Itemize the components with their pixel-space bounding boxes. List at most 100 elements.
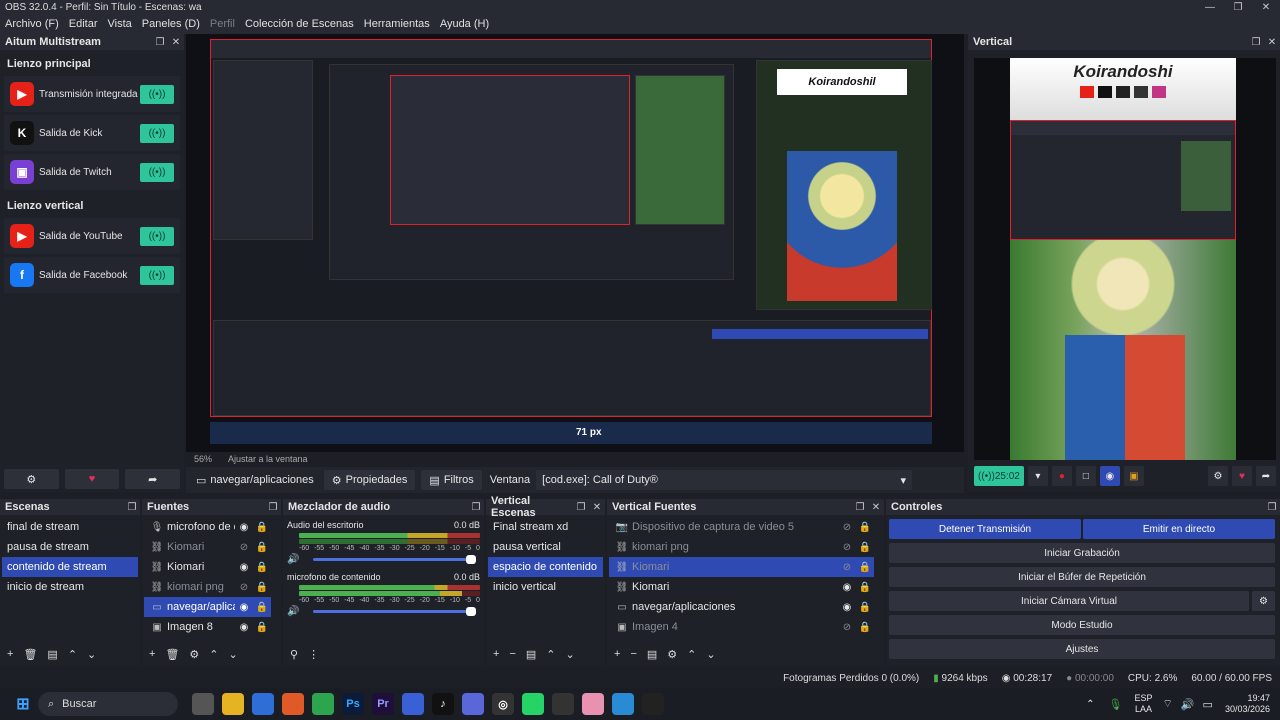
lock-icon[interactable]: 🔒 (856, 542, 874, 553)
lock-icon[interactable]: 🔒 (856, 622, 874, 633)
trash-icon[interactable]: 🗑 (23, 648, 37, 661)
source-row[interactable]: 🎙microfono de cor◉🔒 (144, 517, 271, 537)
list-item[interactable]: final de stream (2, 517, 138, 537)
add-icon[interactable]: + (149, 648, 155, 660)
app-icon[interactable] (402, 693, 424, 715)
float-icon[interactable]: ❐ (124, 502, 140, 513)
network-icon[interactable]: ⌔ (1163, 697, 1173, 711)
lock-icon[interactable]: 🔒 (856, 562, 874, 573)
float-icon[interactable]: ❐ (1264, 502, 1280, 513)
add-icon[interactable]: + (614, 648, 620, 660)
heart-icon[interactable]: ♥ (1232, 466, 1252, 486)
filters-button[interactable]: ▤ Filtros (421, 470, 482, 490)
add-icon[interactable]: + (493, 648, 499, 660)
chrome-icon[interactable] (312, 693, 334, 715)
eye-hidden-icon[interactable]: ⊘ (838, 562, 856, 573)
virtual-camera-gear-icon[interactable]: ⚙ (1252, 591, 1275, 611)
link-icon[interactable]: ⚲ (290, 648, 298, 661)
source-row[interactable]: ⛓ Kiomari ⊘ 🔒 (144, 537, 271, 557)
list-item[interactable]: Final stream xd (488, 517, 603, 537)
record-icon[interactable]: ● (1051, 466, 1072, 486)
capcut-icon[interactable] (552, 693, 574, 715)
up-icon[interactable]: ⌃ (68, 648, 77, 661)
vertical-preview[interactable]: Koirandoshi (974, 58, 1276, 460)
lock-icon[interactable]: 🔒 (253, 542, 271, 553)
stop-stream-button[interactable]: Detener Transmisión (889, 519, 1081, 539)
zoom-level[interactable]: 56% (194, 454, 212, 464)
output-toggle-button[interactable]: ((•)) (140, 162, 174, 182)
menu-coleccion-escenas[interactable]: Colección de Escenas (240, 18, 359, 30)
lock-icon[interactable]: 🔒 (253, 622, 271, 633)
down-icon[interactable]: ⌄ (566, 648, 575, 661)
close-button[interactable]: ✕ (1252, 2, 1280, 13)
lock-icon[interactable]: 🔒 (856, 602, 874, 613)
up-icon[interactable]: ⌃ (209, 648, 218, 661)
heart-icon[interactable]: ♥ (64, 469, 120, 489)
up-icon[interactable]: ⌃ (546, 648, 555, 661)
share-icon[interactable]: ➦ (125, 469, 181, 489)
float-icon[interactable]: ❐ (573, 502, 589, 513)
gear-icon[interactable]: ⚙ (189, 648, 199, 661)
photoshop-icon[interactable]: Ps (342, 693, 364, 715)
eye-hidden-icon[interactable]: ⊘ (235, 582, 253, 593)
source-row[interactable]: ⛓ kiomari png ⊘ 🔒 (144, 577, 271, 597)
filter-icon[interactable]: ▤ (647, 648, 657, 661)
mic-icon[interactable]: 🎙 (1109, 698, 1123, 711)
menu-archivo[interactable]: Archivo (F) (0, 18, 64, 30)
taskbar-search[interactable]: ⌕ Buscar (38, 692, 178, 716)
list-item[interactable]: pausa vertical (488, 537, 603, 557)
photos-icon[interactable] (612, 693, 634, 715)
replay-buffer-button[interactable]: Iniciar el Búfer de Repetición (889, 567, 1275, 587)
game-icon[interactable] (642, 693, 664, 715)
menu-paneles[interactable]: Paneles (D) (137, 18, 205, 30)
trash-icon[interactable]: 🗑 (165, 648, 179, 661)
speaker-icon[interactable]: 🔊 (287, 606, 299, 617)
start-recording-button[interactable]: Iniciar Grabación (889, 543, 1275, 563)
filter-icon[interactable]: ▤ (47, 648, 57, 661)
app-icon[interactable] (252, 693, 274, 715)
output-toggle-button[interactable]: ((•)) (140, 226, 174, 246)
volume-slider[interactable] (313, 555, 476, 564)
close-icon[interactable]: ✕ (868, 502, 884, 513)
float-icon[interactable]: ❐ (852, 502, 868, 513)
lock-icon[interactable]: 🔒 (253, 522, 271, 533)
volume-slider[interactable] (313, 607, 476, 616)
eye-hidden-icon[interactable]: ⊘ (838, 622, 856, 633)
whatsapp-icon[interactable] (522, 693, 544, 715)
go-live-button[interactable]: Emitir en directo (1083, 519, 1275, 539)
settings-button[interactable]: Ajustes (889, 639, 1275, 659)
down-icon[interactable]: ⌄ (87, 648, 96, 661)
menu-perfil[interactable]: Perfil (205, 18, 240, 30)
more-icon[interactable]: ⋮ (308, 648, 319, 661)
settings-gear-icon[interactable]: ⚙ (4, 469, 59, 489)
lock-icon[interactable]: 🔒 (856, 522, 874, 533)
source-row[interactable]: ▣ Imagen 8 ◉ 🔒 (144, 617, 271, 637)
eye-icon[interactable]: ◉ (235, 522, 253, 533)
premiere-icon[interactable]: Pr (372, 693, 394, 715)
vertical-stream-timer[interactable]: ((•)) 25:02 (974, 466, 1024, 486)
float-icon[interactable]: ❐ (1248, 37, 1264, 48)
eye-icon[interactable]: ◉ (235, 562, 253, 573)
chevron-up-icon[interactable]: ⌃ (1086, 699, 1094, 710)
down-icon[interactable]: ⌄ (706, 648, 715, 661)
list-item[interactable]: espacio de contenido (488, 557, 603, 577)
app-icon[interactable] (582, 693, 604, 715)
properties-button[interactable]: ⚙ Propiedades (323, 470, 416, 490)
lock-icon[interactable]: 🔒 (253, 582, 271, 593)
menu-editar[interactable]: Editar (64, 18, 103, 30)
list-item[interactable]: inicio de stream (2, 577, 138, 597)
fit-to-window[interactable]: Ajustar a la ventana (228, 454, 308, 464)
chevron-down-icon[interactable]: ▾ (1027, 466, 1048, 486)
lock-icon[interactable]: 🔒 (253, 562, 271, 573)
replay-icon[interactable]: ▣ (1123, 466, 1144, 486)
source-row[interactable]: ⛓ kiomari png ⊘ 🔒 (609, 537, 874, 557)
source-row[interactable]: ▣ Imagen 4 ⊘ 🔒 (609, 617, 874, 637)
stop-icon[interactable]: □ (1075, 466, 1096, 486)
share-icon[interactable]: ➦ (1256, 466, 1276, 486)
discord-icon[interactable] (462, 693, 484, 715)
source-row[interactable]: ⛓ Kiomari ⊘ 🔒 (609, 557, 874, 577)
remove-icon[interactable]: − (630, 648, 636, 660)
eye-icon[interactable]: ◉ (235, 602, 253, 613)
brave-icon[interactable] (282, 693, 304, 715)
studio-mode-button[interactable]: Modo Estudio (889, 615, 1275, 635)
